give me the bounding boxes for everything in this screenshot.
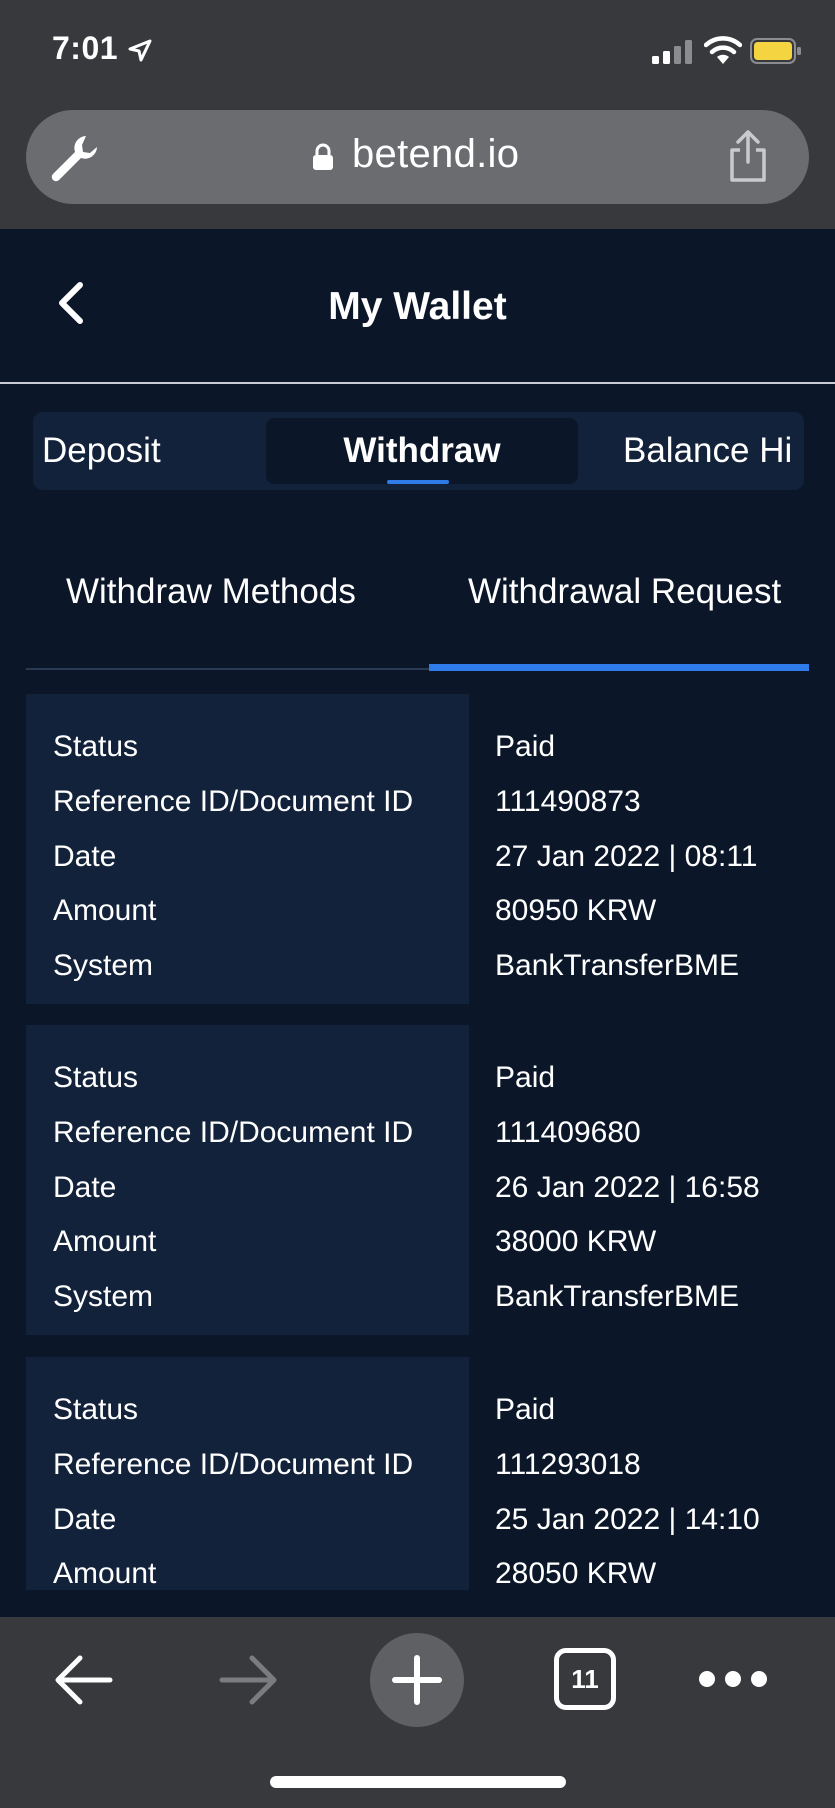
active-sub-tab-indicator <box>429 664 809 671</box>
transaction-card: Status Paid Reference ID/Document ID 111… <box>26 1357 809 1590</box>
active-tab-indicator <box>387 480 449 484</box>
tab-balance-history[interactable]: Balance Hi <box>623 412 792 490</box>
amount-label: Amount <box>53 894 157 927</box>
status-value: Paid <box>495 730 556 763</box>
date-label: Date <box>53 1503 117 1536</box>
cellular-signal-icon <box>652 40 692 64</box>
amount-value: 80950 KRW <box>495 894 657 927</box>
reference-label: Reference ID/Document ID <box>53 1448 414 1481</box>
system-label: System <box>53 1280 154 1313</box>
reference-value: 111409680 <box>495 1116 641 1149</box>
reference-value: 111293018 <box>495 1448 641 1481</box>
plus-icon <box>392 1655 442 1705</box>
transaction-card: Status Paid Reference ID/Document ID 111… <box>26 694 809 1004</box>
reference-label: Reference ID/Document ID <box>53 785 414 818</box>
forward-arrow-icon[interactable] <box>216 1647 282 1713</box>
new-tab-button[interactable] <box>370 1633 464 1727</box>
wrench-icon[interactable] <box>48 132 100 184</box>
status-value: Paid <box>495 1393 556 1426</box>
lock-icon <box>313 143 333 170</box>
battery-icon <box>750 38 801 64</box>
app-header: My Wallet <box>0 229 835 384</box>
status-value: Paid <box>495 1061 556 1094</box>
amount-label: Amount <box>53 1557 157 1590</box>
home-indicator[interactable] <box>270 1776 566 1788</box>
tabs-button[interactable]: 11 <box>554 1648 616 1710</box>
date-value: 25 Jan 2022 | 14:10 <box>495 1503 760 1536</box>
share-icon[interactable] <box>726 128 770 184</box>
status-label: Status <box>53 730 139 763</box>
system-value: BankTransferBME <box>495 949 739 982</box>
amount-value: 38000 KRW <box>495 1225 657 1258</box>
tab-withdrawal-request[interactable]: Withdrawal Request <box>468 572 781 612</box>
status-label: Status <box>53 1393 139 1426</box>
page-title: My Wallet <box>328 285 507 328</box>
reference-value: 111490873 <box>495 785 641 818</box>
wifi-icon <box>704 36 742 64</box>
date-label: Date <box>53 840 117 873</box>
tab-withdraw[interactable]: Withdraw <box>266 418 578 484</box>
date-label: Date <box>53 1171 117 1204</box>
tab-withdraw-methods[interactable]: Withdraw Methods <box>66 572 356 612</box>
wallet-tabs: Deposit Withdraw Balance Hi <box>33 412 804 490</box>
status-time: 7:01 <box>52 30 119 66</box>
amount-value: 28050 KRW <box>495 1557 657 1590</box>
back-arrow-icon[interactable] <box>50 1647 116 1713</box>
status-label: Status <box>53 1061 139 1094</box>
sub-tabs: Withdraw Methods Withdrawal Request <box>26 560 809 672</box>
system-label: System <box>53 949 154 982</box>
location-arrow-icon <box>128 39 152 62</box>
transaction-card: Status Paid Reference ID/Document ID 111… <box>26 1025 809 1335</box>
more-icon[interactable] <box>697 1665 769 1693</box>
reference-label: Reference ID/Document ID <box>53 1116 414 1149</box>
amount-label: Amount <box>53 1225 157 1258</box>
status-bar: 7:01 <box>0 0 835 100</box>
browser-toolbar: betend.io <box>0 100 835 229</box>
withdrawal-request-list[interactable]: Status Paid Reference ID/Document ID 111… <box>26 694 809 1590</box>
address-bar[interactable]: betend.io <box>26 110 809 204</box>
date-value: 26 Jan 2022 | 16:58 <box>495 1171 760 1204</box>
system-value: BankTransferBME <box>495 1280 739 1313</box>
url-text[interactable]: betend.io <box>352 132 519 177</box>
date-value: 27 Jan 2022 | 08:11 <box>495 840 758 873</box>
tab-deposit[interactable]: Deposit <box>42 412 161 490</box>
